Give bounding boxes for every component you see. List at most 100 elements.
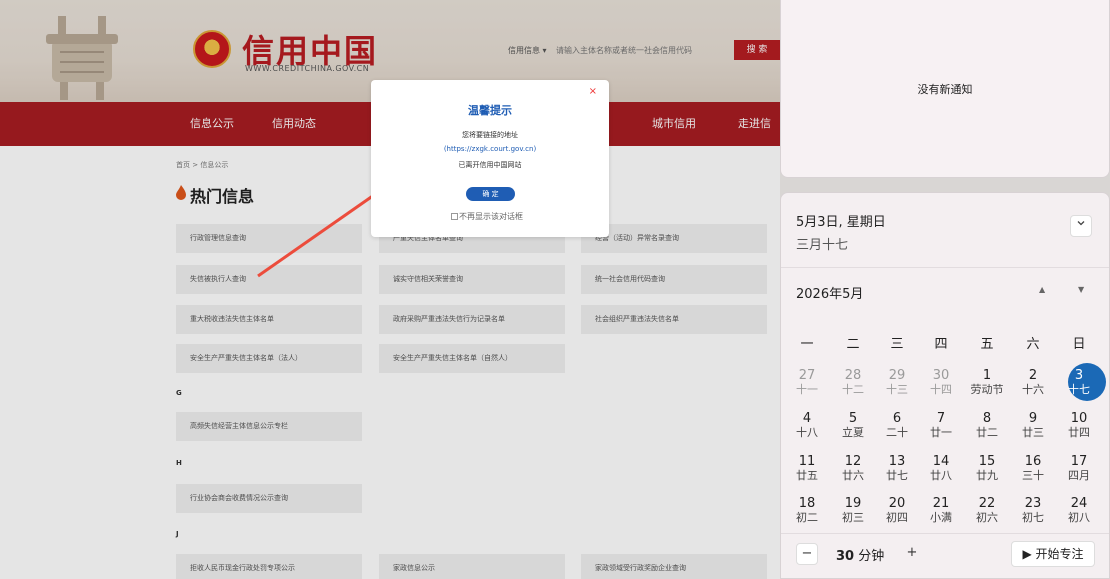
confirm-button[interactable]: 确 定 [466, 187, 515, 201]
calendar-day[interactable]: 11 廿五 [785, 455, 829, 483]
calendar-day[interactable]: 19 初三 [831, 497, 875, 525]
lunar-label: 三十 [1022, 469, 1044, 482]
lunar-label: 二十 [886, 426, 908, 439]
calendar-day[interactable]: 14 廿八 [919, 455, 963, 483]
list-item[interactable]: 行业协会商会收费情况公示查询 [176, 484, 362, 513]
lunar-label: 廿五 [796, 469, 818, 482]
site-logo-url: WWW.CREDITCHINA.GOV.CN [245, 64, 370, 73]
nav-item-credit-news[interactable]: 信用动态 [272, 102, 316, 146]
calendar-day[interactable]: 7 廿一 [919, 411, 963, 440]
dialog-text: 您将要链接的地址 [462, 131, 518, 139]
list-item[interactable]: 行政管理信息查询 [176, 224, 362, 253]
day-number: 18 [798, 496, 816, 511]
day-number: 13 [888, 454, 906, 469]
calendar-day[interactable]: 28 十二 [831, 368, 875, 397]
dialog-link[interactable]: (https://zxgk.court.gov.cn) [371, 145, 609, 153]
calendar-day[interactable]: 1 劳动节 [965, 369, 1009, 397]
lunar-date: 三月十七 [796, 238, 849, 253]
browser-page: 信用中国 WWW.CREDITCHINA.GOV.CN 信用信息 ▾ 搜 索 信… [0, 0, 780, 579]
day-number: 27 [798, 368, 816, 383]
calendar-day[interactable]: 12 廿六 [831, 454, 875, 483]
calendar-day[interactable]: 10 廿四 [1057, 412, 1101, 440]
checkbox-icon[interactable] [451, 213, 458, 220]
calendar-day[interactable]: 4 十八 [785, 411, 829, 440]
current-date: 5月3日, 星期日 [796, 215, 886, 230]
previous-month-icon[interactable]: ▲ [1039, 285, 1045, 294]
search-button[interactable]: 搜 索 [734, 40, 780, 60]
lunar-label: 初四 [886, 511, 908, 524]
lunar-label: 十六 [1022, 383, 1044, 396]
calendar-month[interactable]: 2026年5月 [796, 283, 863, 302]
list-item[interactable]: 拒收人民币现金行政处罚专项公示 [176, 554, 362, 579]
lunar-label: 四月 [1068, 469, 1090, 482]
day-number: 5 [848, 411, 858, 426]
start-focus-button[interactable]: ▶ 开始专注 [1011, 541, 1095, 567]
chevron-down-icon[interactable] [1070, 215, 1092, 237]
dialog-title: 温馨提示 [468, 104, 512, 117]
nav-item-city-credit[interactable]: 城市信用 [652, 102, 696, 146]
calendar-day[interactable]: 20 初四 [875, 497, 919, 525]
list-item[interactable]: 重大税收违法失信主体名单 [176, 305, 362, 334]
calendar-day[interactable]: 6 二十 [875, 412, 919, 440]
calendar-day[interactable]: 27 十一 [785, 368, 829, 397]
list-item[interactable]: 高频失信经营主体信息公示专栏 [176, 412, 362, 441]
list-item[interactable]: 社会组织严重违法失信名单 [581, 305, 767, 334]
calendar-day[interactable]: 16 三十 [1011, 454, 1055, 483]
lunar-label: 十一 [796, 383, 818, 396]
search-type-select[interactable]: 信用信息 ▾ [508, 45, 547, 56]
list-item[interactable]: 诚实守信相关荣誉查询 [379, 265, 565, 294]
day-number: 16 [1024, 454, 1042, 469]
day-number: 23 [1024, 496, 1042, 511]
next-month-icon[interactable]: ▼ [1078, 285, 1084, 294]
calendar-day[interactable]: 23 初七 [1011, 496, 1055, 525]
lunar-label: 十二 [842, 383, 864, 396]
group-letter: H [176, 459, 182, 467]
list-item[interactable]: 家政领域受行政奖励企业查询 [581, 554, 767, 579]
day-number: 3 [1074, 368, 1084, 383]
lunar-label: 初六 [976, 511, 998, 524]
list-item[interactable]: 安全生产严重失信主体名单（法人） [176, 344, 362, 373]
calendar-panel: 5月3日, 星期日 三月十七 2026年5月 ▲ ▼ 一二三四五六日 27 十一 2… [780, 192, 1110, 579]
nav-item-info-public[interactable]: 信息公示 [190, 102, 234, 146]
calendar-day[interactable]: 29 十三 [875, 369, 919, 397]
calendar-day[interactable]: 22 初六 [965, 497, 1009, 525]
calendar-day[interactable]: 24 初八 [1057, 496, 1101, 525]
group-letter: J [176, 530, 179, 538]
list-item[interactable]: 统一社会信用代码查询 [581, 265, 767, 294]
search-input[interactable] [556, 41, 726, 59]
day-number: 28 [844, 368, 862, 383]
calendar-day[interactable]: 15 廿九 [965, 455, 1009, 483]
focus-decrease-button[interactable]: − [796, 543, 818, 565]
day-number: 4 [802, 411, 812, 426]
lunar-label: 小满 [930, 511, 952, 524]
calendar-day[interactable]: 18 初二 [785, 496, 829, 525]
day-number: 12 [844, 454, 862, 469]
lunar-label: 廿六 [842, 469, 864, 482]
calendar-day[interactable]: 21 小满 [919, 497, 963, 525]
calendar-day[interactable]: 13 廿七 [875, 454, 919, 483]
list-item[interactable]: 失信被执行人查询 [176, 265, 362, 294]
list-item[interactable]: 安全生产严重失信主体名单（自然人） [379, 344, 565, 373]
close-icon[interactable]: × [589, 86, 597, 97]
calendar-day[interactable]: 9 廿三 [1011, 412, 1055, 440]
day-number: 17 [1070, 454, 1088, 469]
list-item[interactable]: 家政信息公示 [379, 554, 565, 579]
focus-increase-button[interactable]: + [901, 543, 923, 565]
lunar-label: 廿三 [1022, 426, 1044, 439]
list-item[interactable]: 政府采购严重违法失信行为记录名单 [379, 305, 565, 334]
weekday-label: 一 [800, 337, 814, 352]
day-number: 24 [1070, 496, 1088, 511]
day-number: 7 [936, 411, 946, 426]
dont-show-checkbox[interactable]: 不再显示该对话框 [451, 211, 523, 222]
lunar-label: 初三 [842, 511, 864, 524]
calendar-day[interactable]: 17 四月 [1057, 454, 1101, 483]
calendar-day[interactable]: 8 廿二 [965, 412, 1009, 440]
lunar-label: 廿九 [976, 469, 998, 482]
calendar-day[interactable]: 30 十四 [919, 369, 963, 397]
calendar-day[interactable]: 5 立夏 [831, 411, 875, 440]
calendar-day[interactable]: 2 十六 [1011, 369, 1055, 397]
calendar-day[interactable]: 3 十七 [1057, 368, 1101, 397]
national-emblem-icon [193, 30, 231, 68]
nav-item-about-credit[interactable]: 走进信用 [738, 102, 780, 190]
breadcrumb[interactable]: 首页 > 信息公示 [176, 160, 228, 170]
